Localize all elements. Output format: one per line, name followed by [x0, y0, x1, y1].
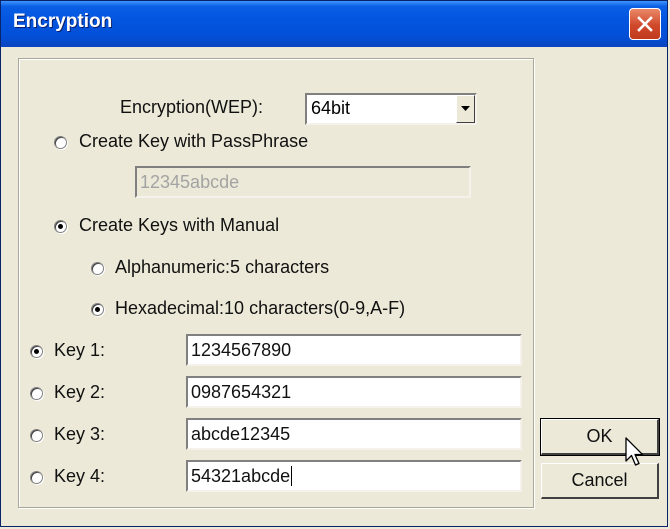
dialog-body: Encryption(WEP): 64bit Create Key with P…	[4, 47, 664, 525]
key4-label: Key 4:	[54, 466, 106, 486]
key1-radio[interactable]	[30, 345, 43, 358]
encryption-dialog: Encryption Encryption(WEP): 64bit Create…	[0, 0, 668, 527]
key4-value: 54321abcde	[191, 466, 291, 486]
text-caret	[291, 466, 293, 486]
key2-radio[interactable]	[30, 387, 43, 400]
key4-radio[interactable]	[30, 471, 43, 484]
key3-label: Key 3:	[54, 424, 106, 444]
manual-radio[interactable]	[54, 220, 67, 233]
key1-label: Key 1:	[54, 340, 106, 360]
encryption-label: Encryption(WEP):	[120, 97, 264, 117]
chevron-down-icon	[461, 106, 470, 111]
key2-label: Key 2:	[54, 382, 106, 402]
close-button[interactable]	[629, 8, 661, 40]
dropdown-button[interactable]	[456, 95, 475, 123]
window-title: Encryption	[13, 11, 113, 32]
key3-radio[interactable]	[30, 429, 43, 442]
key1-input[interactable]: 1234567890	[186, 334, 522, 366]
encryption-select[interactable]: 64bit	[305, 93, 477, 125]
alphanumeric-radio[interactable]	[91, 262, 104, 275]
encryption-select-value: 64bit	[311, 98, 351, 118]
passphrase-label: Create Key with PassPhrase	[79, 131, 309, 151]
mouse-pointer-icon	[625, 437, 644, 466]
passphrase-radio[interactable]	[54, 136, 67, 149]
key3-input[interactable]: abcde12345	[186, 418, 522, 450]
cancel-button[interactable]: Cancel	[541, 463, 659, 499]
alphanumeric-label: Alphanumeric:5 characters	[115, 257, 330, 277]
passphrase-input[interactable]: 12345abcde	[135, 166, 471, 198]
key2-input[interactable]: 0987654321	[186, 376, 522, 408]
close-icon	[637, 16, 653, 32]
hexadecimal-radio[interactable]	[91, 303, 104, 316]
key4-input[interactable]: 54321abcde	[186, 460, 522, 492]
manual-label: Create Keys with Manual	[79, 215, 280, 235]
hexadecimal-label: Hexadecimal:10 characters(0-9,A-F)	[115, 298, 406, 318]
title-bar[interactable]: Encryption	[1, 1, 667, 47]
encryption-group: Encryption(WEP): 64bit Create Key with P…	[18, 58, 534, 508]
